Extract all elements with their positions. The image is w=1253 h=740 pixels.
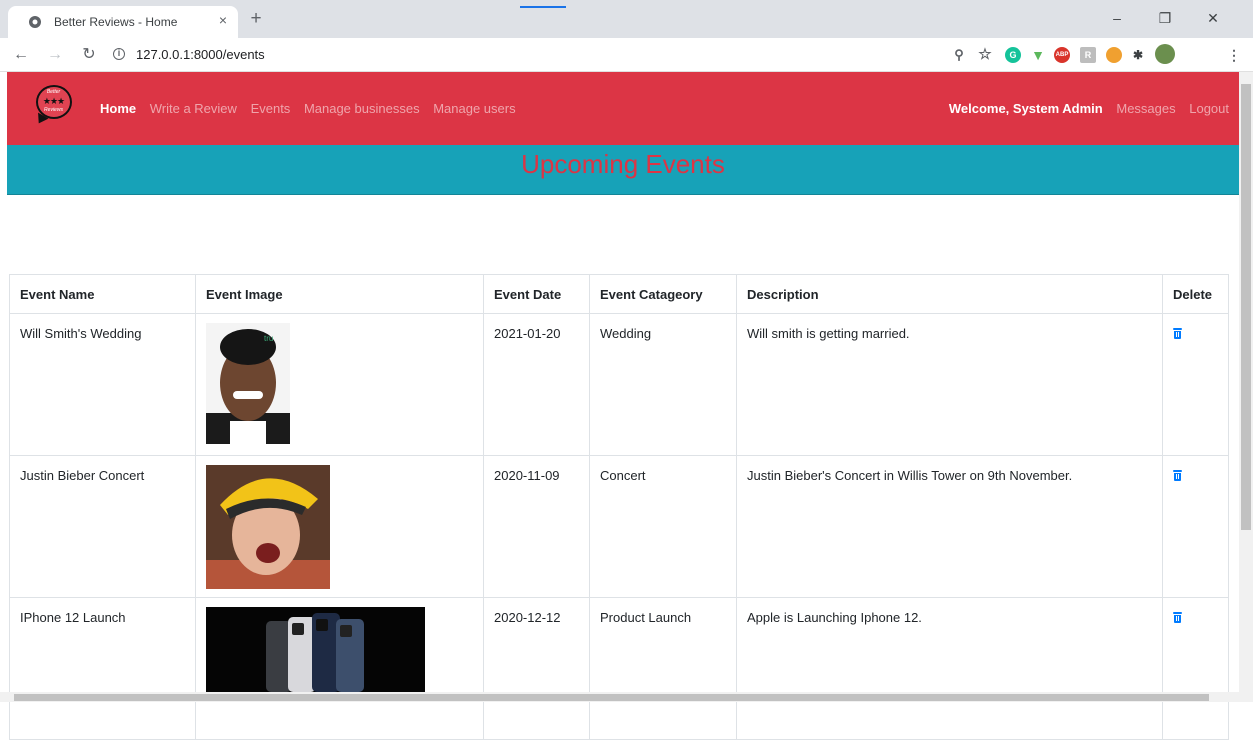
delete-cell xyxy=(1162,313,1229,456)
zoom-icon[interactable]: ⚲ xyxy=(951,47,967,63)
event-description: Will smith is getting married. xyxy=(736,313,1163,456)
event-date: 2021-01-20 xyxy=(483,313,590,456)
event-name: Justin Bieber Concert xyxy=(9,455,196,598)
download-extension-icon[interactable]: ▼ xyxy=(1030,47,1046,63)
nav-write-review[interactable]: Write a Review xyxy=(150,101,237,116)
reload-icon[interactable]: ↻ xyxy=(78,45,100,65)
menu-icon[interactable]: ⋮ xyxy=(1226,47,1242,63)
profile-avatar[interactable] xyxy=(1155,44,1175,64)
info-icon[interactable]: i xyxy=(113,48,125,60)
nav-messages[interactable]: Messages xyxy=(1116,101,1175,116)
restore-button[interactable]: ❐ xyxy=(1145,8,1185,28)
chrome-globe-icon xyxy=(29,16,41,28)
table-row: IPhone 12 Launch 2020-12-12 Product Laun… xyxy=(9,597,1229,740)
delete-cell xyxy=(1162,597,1229,740)
horizontal-scroll-thumb[interactable] xyxy=(14,694,1209,701)
tab-strip: Better Reviews - Home × + – ❐ ✕ xyxy=(0,0,1253,38)
logo-text-top: Better xyxy=(46,89,61,95)
event-name: IPhone 12 Launch xyxy=(9,597,196,740)
event-image-cell xyxy=(195,597,484,740)
event-category: Concert xyxy=(589,455,737,598)
back-icon[interactable]: ← xyxy=(10,45,32,65)
event-description: Justin Bieber's Concert in Willis Tower … xyxy=(736,455,1163,598)
event-category: Product Launch xyxy=(589,597,737,740)
table-row: Justin Bieber Concert 2020-11-09 Concert… xyxy=(9,455,1229,598)
loading-indicator xyxy=(520,6,566,8)
horizontal-scrollbar[interactable] xyxy=(0,692,1253,702)
event-image xyxy=(206,607,425,692)
tab-title: Better Reviews - Home xyxy=(54,15,178,29)
nav-manage-businesses[interactable]: Manage businesses xyxy=(304,101,420,116)
logo-text-bottom: Reviews xyxy=(44,107,63,113)
header-event-category: Event Catageory xyxy=(589,274,737,314)
nav-events[interactable]: Events xyxy=(251,101,291,116)
vertical-scroll-thumb[interactable] xyxy=(1241,84,1251,530)
event-date: 2020-11-09 xyxy=(483,455,590,598)
header-description: Description xyxy=(736,274,1163,314)
browser-toolbar: ← → ↻ i 127.0.0.1:8000/events ⚲ ☆ G ▼ AB… xyxy=(0,38,1253,72)
event-description: Apple is Launching Iphone 12. xyxy=(736,597,1163,740)
close-window-button[interactable]: ✕ xyxy=(1193,8,1233,28)
nav-right-links: Welcome, System Admin Messages Logout xyxy=(949,101,1229,116)
event-image xyxy=(206,465,330,589)
minimize-button[interactable]: – xyxy=(1097,8,1137,28)
welcome-text: Welcome, System Admin xyxy=(948,101,1103,116)
vertical-scrollbar[interactable] xyxy=(1239,72,1253,692)
header-event-image: Event Image xyxy=(195,274,484,314)
adblock-icon[interactable]: ABP xyxy=(1054,47,1070,63)
event-image-cell xyxy=(195,455,484,598)
nav-logout[interactable]: Logout xyxy=(1189,101,1229,116)
cookie-extension-icon[interactable] xyxy=(1106,47,1122,63)
header-event-date: Event Date xyxy=(483,274,590,314)
page-title: Upcoming Events xyxy=(521,149,725,179)
event-image: tru xyxy=(206,323,290,444)
nav-home[interactable]: Home xyxy=(100,101,136,116)
event-date: 2020-12-12 xyxy=(483,597,590,740)
new-tab-button[interactable]: + xyxy=(245,9,267,29)
star-icon[interactable]: ☆ xyxy=(977,47,993,63)
delete-cell xyxy=(1162,455,1229,598)
site-logo[interactable]: Better ★★★ Reviews xyxy=(33,85,72,127)
logo-speech-tail xyxy=(33,112,49,127)
header-delete: Delete xyxy=(1162,274,1229,314)
trash-icon[interactable] xyxy=(1173,328,1182,339)
nav-manage-users[interactable]: Manage users xyxy=(433,101,515,116)
address-bar[interactable]: 127.0.0.1:8000/events xyxy=(136,47,265,62)
table-row: Will Smith's Wedding tru 2021-01-20 Wedd… xyxy=(9,313,1229,456)
trash-icon[interactable] xyxy=(1173,470,1182,481)
event-category: Wedding xyxy=(589,313,737,456)
forward-icon[interactable]: → xyxy=(44,45,66,65)
table-header-row: Event Name Event Image Event Date Event … xyxy=(9,274,1229,314)
tab-close-icon[interactable]: × xyxy=(214,12,232,28)
events-table: Event Name Event Image Event Date Event … xyxy=(9,274,1229,740)
svg-text:tru: tru xyxy=(264,334,273,343)
browser-tab[interactable]: Better Reviews - Home × xyxy=(8,6,238,38)
extension-icon[interactable]: R xyxy=(1080,47,1096,63)
event-name: Will Smith's Wedding xyxy=(9,313,196,456)
event-image-cell: tru xyxy=(195,313,484,456)
header-event-name: Event Name xyxy=(9,274,196,314)
nav-left-links: Home Write a Review Events Manage busine… xyxy=(100,101,526,116)
logo-stars-icon: ★★★ xyxy=(42,96,65,106)
site-navbar: Better ★★★ Reviews Home Write a Review E… xyxy=(7,72,1239,145)
puzzle-icon[interactable]: ✱ xyxy=(1130,47,1146,63)
page-banner: Upcoming Events xyxy=(7,145,1239,195)
trash-icon[interactable] xyxy=(1173,612,1182,623)
grammarly-icon[interactable]: G xyxy=(1005,47,1021,63)
